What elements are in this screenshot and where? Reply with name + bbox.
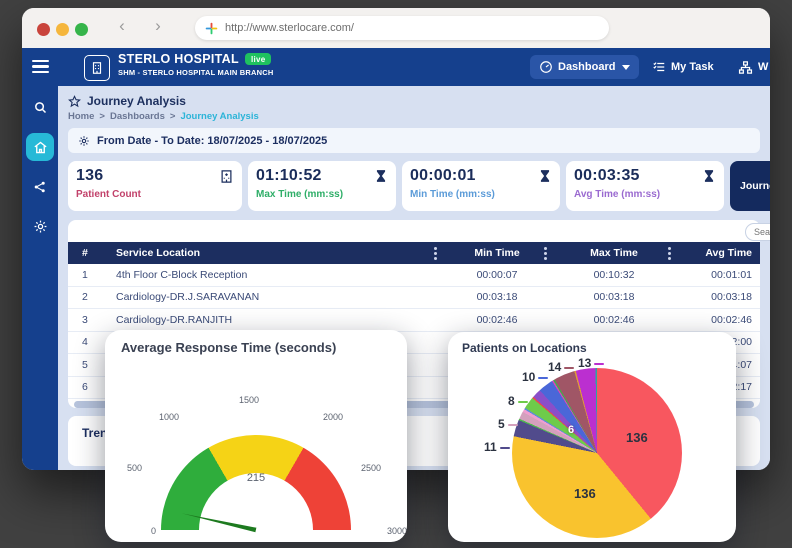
address-bar[interactable]: http://www.sterlocare.com/ bbox=[195, 16, 609, 40]
gauge-tick: 1500 bbox=[239, 395, 259, 405]
pie-label: 10 bbox=[522, 370, 548, 384]
settings-gear-icon[interactable] bbox=[27, 213, 53, 239]
home-icon[interactable] bbox=[26, 133, 54, 161]
gauge-chart-title: Average Response Time (seconds) bbox=[121, 340, 336, 355]
hourglass-icon bbox=[538, 169, 552, 183]
hospital-logo-icon bbox=[84, 55, 110, 81]
journey-button[interactable]: Journey bbox=[730, 161, 770, 211]
share-network-icon[interactable] bbox=[27, 174, 53, 200]
favorite-star-icon[interactable] bbox=[68, 95, 81, 108]
nav-dashboard-label: Dashboard bbox=[558, 61, 615, 73]
stat-min-time: 00:00:01 Min Time (mm:ss) bbox=[402, 161, 560, 211]
page-title: Journey Analysis bbox=[87, 94, 186, 108]
gauge-tick: 0 bbox=[151, 526, 156, 536]
pie-label: 136 bbox=[626, 430, 648, 445]
gauge-tick: 2000 bbox=[323, 412, 343, 422]
back-button[interactable]: ‹ bbox=[114, 16, 130, 36]
search-icon[interactable] bbox=[27, 94, 53, 120]
hospital-building-icon bbox=[219, 169, 234, 184]
col-avg-time: Avg Time bbox=[676, 247, 760, 259]
gauge-tick: 3000 bbox=[387, 526, 407, 536]
table-row[interactable]: 14th Floor C-Block Reception 00:00:0700:… bbox=[68, 264, 760, 287]
stat-patient-count: 136 Patient Count bbox=[68, 161, 242, 211]
nav-my-task-label: My Task bbox=[671, 61, 714, 73]
gauge-chart-card: Average Response Time (seconds) 0 500 10… bbox=[105, 330, 407, 542]
column-menu-icon[interactable] bbox=[668, 252, 671, 255]
hospital-name: STERLO HOSPITAL bbox=[118, 52, 239, 66]
pie-label: 136 bbox=[574, 486, 596, 501]
table-search-input[interactable] bbox=[745, 223, 770, 241]
nav-ward-label: W bbox=[758, 61, 768, 73]
breadcrumb-home[interactable]: Home bbox=[68, 111, 94, 122]
stat-avg-time: 00:03:35 Avg Time (mm:ss) bbox=[566, 161, 724, 211]
pie-label: 8 bbox=[508, 394, 528, 408]
app-header: STERLO HOSPITAL live SHM - STERLO HOSPIT… bbox=[22, 48, 770, 86]
gauge-tick: 500 bbox=[127, 463, 142, 473]
hospital-title-block: STERLO HOSPITAL live SHM - STERLO HOSPIT… bbox=[118, 52, 274, 77]
nav-dashboard[interactable]: Dashboard bbox=[530, 55, 639, 79]
url-text: http://www.sterlocare.com/ bbox=[225, 22, 354, 34]
nav-ward[interactable]: W bbox=[738, 55, 768, 79]
browser-chrome: ‹ › http://www.sterlocare.com/ bbox=[22, 8, 770, 49]
maximize-window-button[interactable] bbox=[75, 23, 88, 36]
site-logo-icon bbox=[205, 22, 218, 35]
column-menu-icon[interactable] bbox=[544, 252, 547, 255]
pie-chart-title: Patients on Locations bbox=[462, 341, 587, 355]
gauge-value: 215 bbox=[221, 472, 291, 484]
hourglass-icon bbox=[374, 169, 388, 183]
col-min-time: Min Time bbox=[474, 247, 519, 259]
table-header: # Service Location Min Time Max Time Avg… bbox=[68, 242, 760, 264]
breadcrumb: Home > Dashboards > Journey Analysis bbox=[68, 111, 770, 122]
table-row[interactable]: 2Cardiology-DR.J.SARAVANAN 00:03:1800:03… bbox=[68, 287, 760, 310]
sitemap-icon bbox=[738, 60, 753, 75]
stat-max-time: 01:10:52 Max Time (mm:ss) bbox=[248, 161, 396, 211]
branch-name: SHM - STERLO HOSPITAL MAIN BRANCH bbox=[118, 68, 274, 77]
minimize-window-button[interactable] bbox=[56, 23, 69, 36]
forward-button[interactable]: › bbox=[150, 16, 166, 36]
desktop-background: ‹ › http://www.sterlocare.com/ bbox=[0, 0, 792, 548]
col-service-location: Service Location bbox=[116, 247, 200, 259]
gauge-tick: 2500 bbox=[361, 463, 381, 473]
date-range-label: From Date - To Date: 18/07/2025 - 18/07/… bbox=[97, 135, 327, 147]
stats-row: 136 Patient Count 01:10:52 bbox=[68, 161, 770, 211]
pie-chart bbox=[512, 368, 682, 538]
filter-gear-icon bbox=[78, 135, 90, 147]
hamburger-menu-icon[interactable] bbox=[32, 60, 49, 76]
pie-label: 13 bbox=[578, 356, 604, 370]
hourglass-icon bbox=[702, 169, 716, 183]
task-list-icon bbox=[652, 60, 666, 74]
live-badge: live bbox=[245, 53, 272, 65]
table-row[interactable]: 3Cardiology-DR.RANJITH 00:02:4600:02:460… bbox=[68, 309, 760, 332]
pie-label: 5 bbox=[498, 417, 518, 431]
close-window-button[interactable] bbox=[37, 23, 50, 36]
pie-label: 11 bbox=[484, 440, 510, 454]
sidebar bbox=[22, 86, 58, 470]
pie-chart-card: Patients on Locations 136 136 6 11 5 8 1… bbox=[448, 332, 736, 542]
gauge-tick: 1000 bbox=[159, 412, 179, 422]
nav-my-task[interactable]: My Task bbox=[652, 55, 714, 79]
col-max-time: Max Time bbox=[590, 247, 638, 259]
date-filter-bar[interactable]: From Date - To Date: 18/07/2025 - 18/07/… bbox=[68, 128, 760, 153]
chevron-down-icon bbox=[622, 65, 630, 70]
breadcrumb-dashboards[interactable]: Dashboards bbox=[110, 111, 165, 122]
column-menu-icon[interactable] bbox=[434, 252, 437, 255]
pie-label: 6 bbox=[568, 424, 574, 436]
breadcrumb-current: Journey Analysis bbox=[180, 111, 258, 122]
pie-label: 14 bbox=[548, 360, 574, 374]
speedometer-icon bbox=[539, 60, 553, 74]
